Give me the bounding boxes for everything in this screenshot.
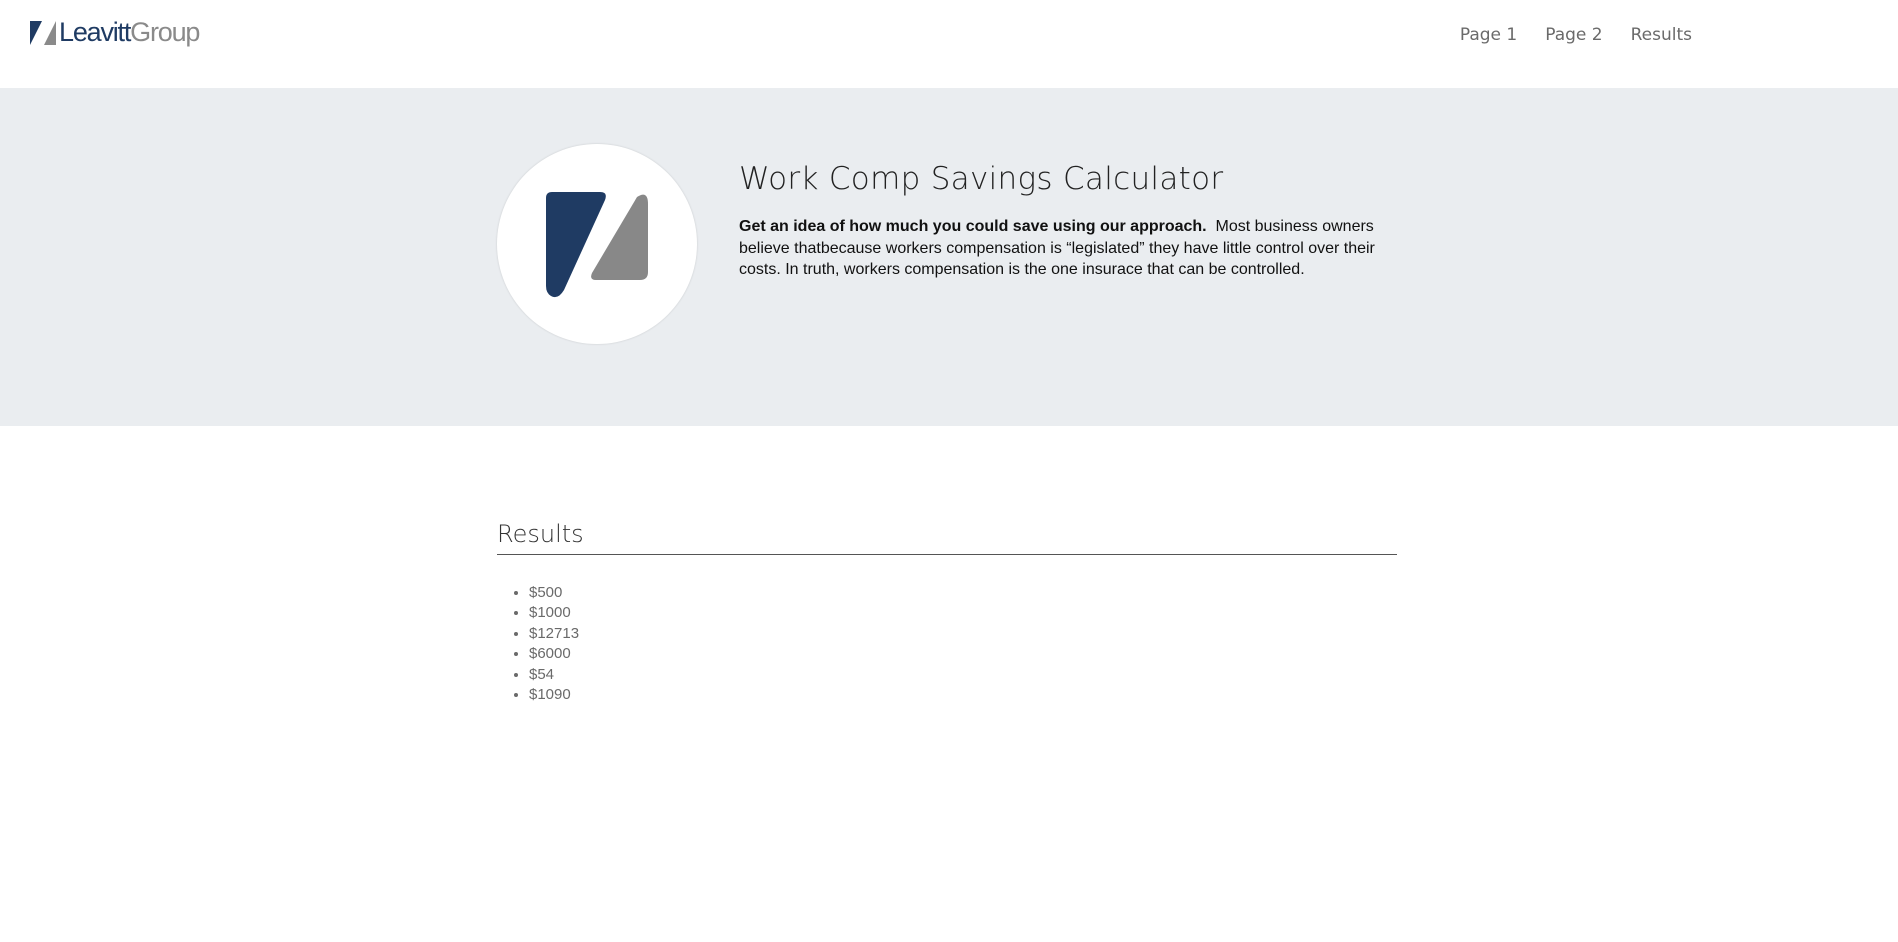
- header: LeavittGroup Page 1 Page 2 Results: [0, 0, 1898, 88]
- brand-logo[interactable]: LeavittGroup: [30, 17, 200, 47]
- result-item: $54: [529, 665, 1397, 685]
- nav-page-1[interactable]: Page 1: [1460, 24, 1517, 46]
- results-section: Results $500 $1000 $12713 $6000 $54 $109…: [497, 518, 1397, 705]
- results-title: Results: [497, 518, 1397, 555]
- result-item: $1090: [529, 685, 1397, 705]
- main-nav: Page 1 Page 2 Results: [1432, 24, 1692, 46]
- results-list: $500 $1000 $12713 $6000 $54 $1090: [497, 583, 1397, 705]
- page-title: Work Comp Savings Calculator: [739, 161, 1224, 197]
- brand-name: LeavittGroup: [59, 17, 200, 47]
- nav-page-2[interactable]: Page 2: [1545, 24, 1602, 46]
- leavitt-logo-icon: [30, 21, 56, 45]
- hero-lead: Get an idea of how much you could save u…: [739, 218, 1207, 235]
- result-item: $12713: [529, 624, 1397, 644]
- hero-banner: Work Comp Savings Calculator Get an idea…: [0, 88, 1898, 426]
- hero-description: Get an idea of how much you could save u…: [739, 216, 1379, 281]
- result-item: $500: [529, 583, 1397, 603]
- hero-logo-badge: [497, 144, 697, 344]
- nav-results[interactable]: Results: [1631, 24, 1692, 46]
- leavitt-logo-icon: [546, 192, 648, 298]
- result-item: $6000: [529, 644, 1397, 664]
- result-item: $1000: [529, 603, 1397, 623]
